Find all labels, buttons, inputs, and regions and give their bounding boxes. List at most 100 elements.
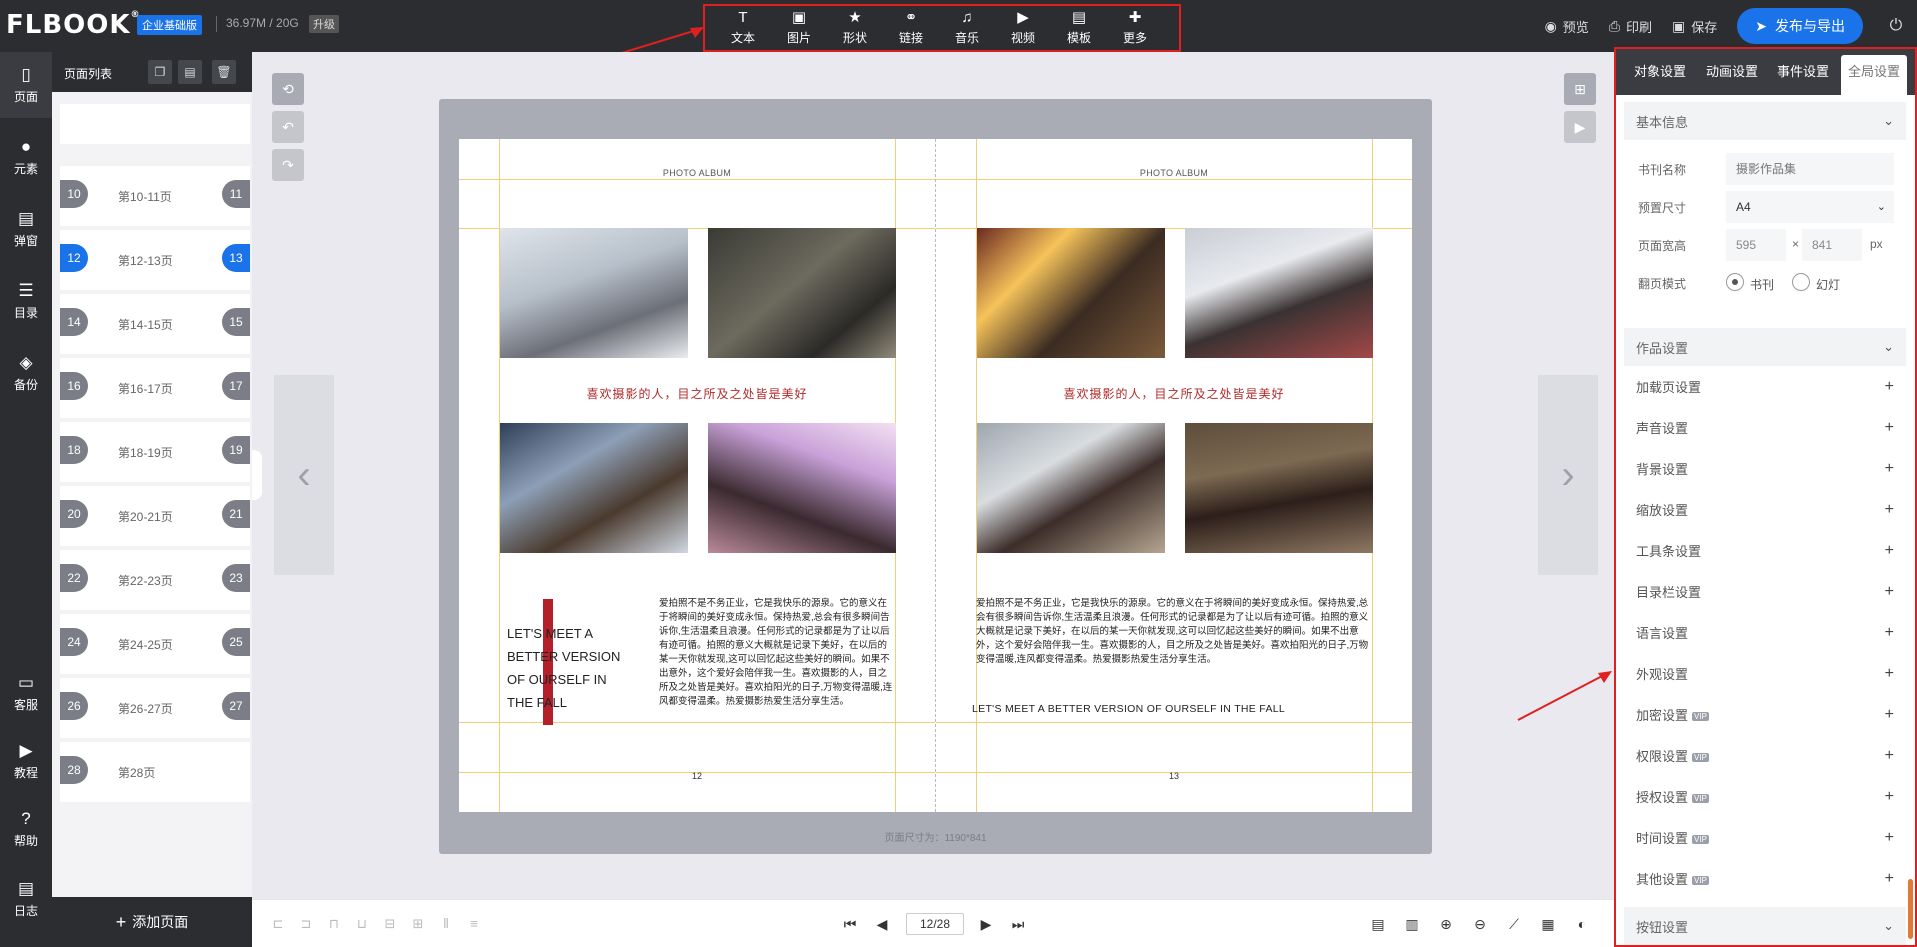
sidebar-item-help[interactable]: ? 帮助 — [0, 796, 52, 862]
setting-authorization[interactable]: 授权设置 VIP + — [1624, 776, 1906, 817]
zoom-out-icon[interactable]: ⊖ — [1470, 914, 1490, 934]
distribute-h-icon[interactable]: ⫴ — [436, 914, 456, 934]
next-page-arrow[interactable]: › — [1538, 375, 1598, 575]
theme-icon[interactable]: ◐ — [1572, 914, 1592, 934]
headline-text[interactable]: LET'S MEET A BETTER VERSION OF OURSELF I… — [507, 622, 632, 714]
play-preview-button[interactable]: ▶ — [1564, 111, 1596, 143]
tool-more[interactable]: ✚ 更多 — [1107, 6, 1163, 50]
tab-global-settings[interactable]: 全局设置 — [1841, 55, 1907, 95]
add-layer-button[interactable]: ⊞ — [1564, 73, 1596, 105]
tool-text[interactable]: T 文本 — [715, 6, 771, 50]
tool-image[interactable]: ▣ 图片 — [771, 6, 827, 50]
photo-woman-snow[interactable] — [500, 228, 688, 358]
photo-woman-back[interactable] — [708, 423, 896, 553]
duplicate-page-button[interactable]: ▤ — [178, 60, 202, 84]
setting-language[interactable]: 语言设置 + — [1624, 612, 1906, 653]
setting-zoom[interactable]: 缩放设置 + — [1624, 489, 1906, 530]
setting-loading-page[interactable]: 加载页设置 + — [1624, 366, 1906, 407]
page-thumb-10-11[interactable]: 10 第10-11页 11 — [52, 166, 252, 230]
tool-music[interactable]: ♫ 音乐 — [939, 6, 995, 50]
sidebar-item-log[interactable]: ▤ 日志 — [0, 866, 52, 932]
photo-woman-fence[interactable] — [708, 228, 896, 358]
save-button[interactable]: ▣ 保存 — [1672, 17, 1717, 36]
delete-page-button[interactable]: 🗑 — [212, 60, 236, 84]
setting-toc-bar[interactable]: 目录栏设置 + — [1624, 571, 1906, 612]
setting-other[interactable]: 其他设置 VIP + — [1624, 858, 1906, 899]
scrollbar-thumb[interactable] — [1908, 879, 1913, 939]
page-thumb-20-21[interactable]: 20 第20-21页 21 — [52, 486, 252, 550]
page-thumb-14-15[interactable]: 14 第14-15页 15 — [52, 294, 252, 358]
body-text[interactable]: 爱拍照不是不务正业，它是我快乐的源泉。它的意义在于将瞬间的美好变成永恒。保持热爱… — [976, 597, 1372, 669]
ruler-icon[interactable]: ⟋ — [1504, 914, 1524, 934]
tab-event-settings[interactable]: 事件设置 — [1770, 61, 1836, 95]
photo-woman-hat[interactable] — [1185, 423, 1373, 553]
distribute-v-icon[interactable]: ≡ — [464, 914, 484, 934]
tool-link[interactable]: ⚭ 链接 — [883, 6, 939, 50]
next-page-icon[interactable]: ▶ — [976, 914, 996, 934]
page-number-input[interactable]: 12/28 — [906, 913, 964, 935]
page-12[interactable]: PHOTO ALBUM 喜欢摄影的人，目之所及之处皆是美好 LET'S MEET… — [459, 139, 935, 812]
power-icon[interactable]: ⏻ — [1881, 17, 1911, 35]
subheadline-text[interactable]: LET'S MEET A BETTER VERSION OF OURSELF I… — [972, 703, 1285, 715]
double-page-icon[interactable]: ▥ — [1402, 914, 1422, 934]
undo-button[interactable]: ↶ — [272, 111, 304, 143]
page-thumb-18-19[interactable]: 18 第18-19页 19 — [52, 422, 252, 486]
page-thumb-22-23[interactable]: 22 第22-23页 23 — [52, 550, 252, 614]
page-width-input[interactable] — [1726, 229, 1786, 261]
setting-encryption[interactable]: 加密设置 VIP + — [1624, 694, 1906, 735]
first-page-icon[interactable]: ⏮ — [840, 914, 860, 934]
redo-button[interactable]: ↷ — [272, 149, 304, 181]
flip-mode-book-radio[interactable] — [1726, 273, 1744, 291]
single-page-icon[interactable]: ▤ — [1368, 914, 1388, 934]
page-height-input[interactable] — [1802, 229, 1862, 261]
setting-permission[interactable]: 权限设置 VIP + — [1624, 735, 1906, 776]
photo-woman-headphones[interactable] — [977, 423, 1165, 553]
sidebar-item-pages[interactable]: ▯ 页面 — [0, 52, 52, 118]
section-button-settings[interactable]: 按钮设置 ⌄ — [1624, 907, 1906, 945]
page-thumb-12-13[interactable]: 12 第12-13页 13 — [52, 230, 252, 294]
last-page-icon[interactable]: ⏭ — [1008, 914, 1028, 934]
grid-icon[interactable]: ▦ — [1538, 914, 1558, 934]
sidebar-item-popup[interactable]: ▤ 弹窗 — [0, 196, 52, 262]
upgrade-button[interactable]: 升级 — [309, 15, 339, 33]
page-13[interactable]: PHOTO ALBUM 喜欢摄影的人，目之所及之处皆是美好 爱拍照不是不务正业，… — [936, 139, 1412, 812]
sidebar-item-support[interactable]: ▭ 客服 — [0, 660, 52, 726]
prev-page-arrow[interactable]: ‹ — [274, 375, 334, 575]
copy-page-button[interactable]: ❐ — [148, 60, 172, 84]
page-thumb-16-17[interactable]: 16 第16-17页 17 — [52, 358, 252, 422]
sidebar-item-backup[interactable]: ◈ 备份 — [0, 340, 52, 406]
publish-export-button[interactable]: ➤ 发布与导出 — [1737, 8, 1863, 44]
section-basic-info[interactable]: 基本信息 ⌄ — [1624, 102, 1906, 140]
tool-shape[interactable]: ★ 形状 — [827, 6, 883, 50]
setting-time[interactable]: 时间设置 VIP + — [1624, 817, 1906, 858]
page-thumb-26-27[interactable]: 26 第26-27页 27 — [52, 678, 252, 742]
align-center-icon[interactable]: ⊐ — [296, 914, 316, 934]
print-button[interactable]: ⎙ 印刷 — [1609, 17, 1652, 36]
section-work-settings[interactable]: 作品设置 ⌄ — [1624, 328, 1906, 366]
collapse-panel-handle[interactable] — [252, 450, 262, 500]
prev-page-icon[interactable]: ◀ — [872, 914, 892, 934]
align-left-icon[interactable]: ⊏ — [268, 914, 288, 934]
sidebar-item-tutorial[interactable]: ▶ 教程 — [0, 728, 52, 794]
tool-template[interactable]: ▤ 模板 — [1051, 6, 1107, 50]
tab-animation-settings[interactable]: 动画设置 — [1698, 61, 1766, 95]
sidebar-item-elements[interactable]: ● 元素 — [0, 124, 52, 190]
photo-woman-earmuffs[interactable] — [500, 423, 688, 553]
photo-woman-beanie[interactable] — [1185, 228, 1373, 358]
setting-background[interactable]: 背景设置 + — [1624, 448, 1906, 489]
zoom-in-icon[interactable]: ⊕ — [1436, 914, 1456, 934]
align-bottom-icon[interactable]: ⊞ — [408, 914, 428, 934]
flip-mode-slide-radio[interactable] — [1792, 273, 1810, 291]
page-thumb-28[interactable]: 28 第28页 — [52, 742, 252, 806]
body-text[interactable]: 爱拍照不是不务正业，它是我快乐的源泉。它的意义在于将瞬间的美好变成永恒。保持热爱… — [659, 597, 895, 721]
setting-appearance[interactable]: 外观设置 + — [1624, 653, 1906, 694]
align-right-icon[interactable]: ⊓ — [324, 914, 344, 934]
align-top-icon[interactable]: ⊔ — [352, 914, 372, 934]
add-page-button[interactable]: + 添加页面 — [52, 897, 252, 947]
setting-toolbar[interactable]: 工具条设置 + — [1624, 530, 1906, 571]
preset-size-select[interactable]: A4 ⌄ — [1726, 191, 1894, 223]
sidebar-item-toc[interactable]: ☰ 目录 — [0, 268, 52, 334]
setting-sound[interactable]: 声音设置 + — [1624, 407, 1906, 448]
book-name-input[interactable] — [1726, 153, 1894, 185]
preview-button[interactable]: ◉ 预览 — [1545, 17, 1589, 36]
